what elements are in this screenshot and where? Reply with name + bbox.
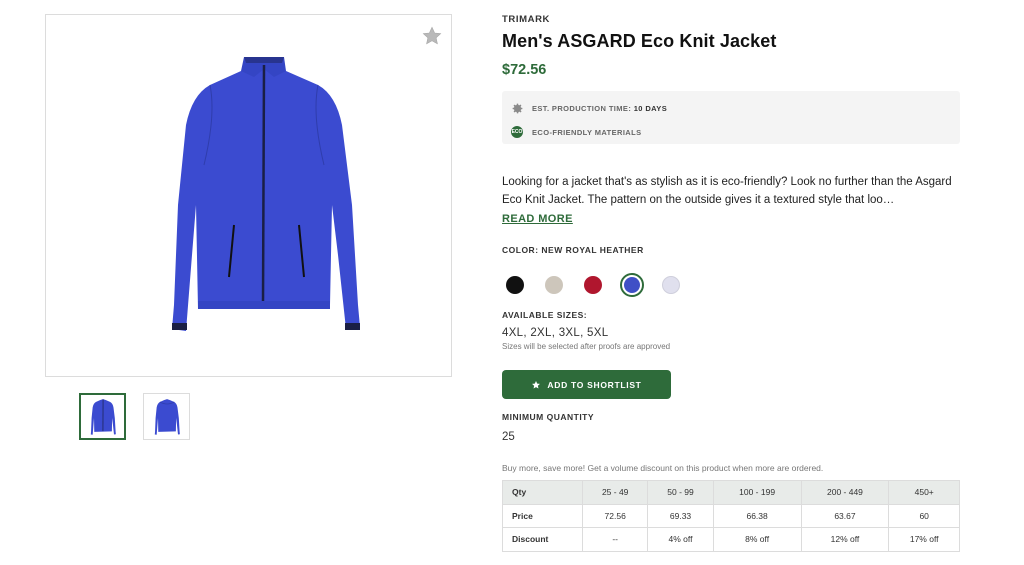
product-main-image (45, 14, 452, 377)
table-header-cell: Qty (502, 480, 583, 505)
swatch-beige[interactable] (542, 273, 566, 297)
minimum-quantity-label: MINIMUM QUANTITY (502, 412, 595, 422)
production-time-label: EST. PRODUCTION TIME: (532, 103, 632, 113)
color-swatches (503, 273, 960, 297)
add-to-shortlist-button[interactable]: ADD TO SHORTLIST (502, 370, 671, 399)
product-info: TRIMARK Men's ASGARD Eco Knit Jacket $72… (502, 14, 960, 552)
table-cell: 8% off (712, 527, 802, 552)
volume-discount-note: Buy more, save more! Get a volume discou… (502, 463, 824, 473)
table-header-cell: 200 - 449 (800, 480, 890, 505)
table-cell: Discount (502, 527, 583, 552)
table-header-cell: 100 - 199 (712, 480, 802, 505)
production-time-row: EST. PRODUCTION TIME: 10 DAYS (510, 99, 952, 117)
table-header-cell: 450+ (888, 480, 960, 505)
eco-friendly-label: ECO-FRIENDLY MATERIALS (532, 127, 642, 137)
table-header-cell: 50 - 99 (647, 480, 714, 505)
brand-name: TRIMARK (502, 14, 550, 25)
sizes-label: AVAILABLE SIZES: (502, 310, 588, 320)
product-meta-box: EST. PRODUCTION TIME: 10 DAYS ECO ECO-FR… (502, 91, 960, 144)
thumbnail-front[interactable] (79, 393, 126, 440)
swatch-red[interactable] (581, 273, 605, 297)
favorite-star-icon[interactable] (421, 25, 443, 47)
star-icon (532, 380, 541, 389)
jacket-image (172, 57, 360, 331)
sizes-value: 4XL, 2XL, 3XL, 5XL (502, 327, 609, 339)
product-title: Men's ASGARD Eco Knit Jacket (502, 31, 777, 51)
color-label: COLOR: NEW ROYAL HEATHER (502, 245, 644, 255)
product-description: Looking for a jacket that's as stylish a… (502, 176, 952, 206)
table-cell: 17% off (888, 527, 960, 552)
table-cell: 69.33 (647, 503, 714, 528)
table-header-row: Qty 25 - 49 50 - 99 100 - 199 200 - 449 … (502, 480, 960, 505)
volume-pricing-table: Qty 25 - 49 50 - 99 100 - 199 200 - 449 … (502, 480, 960, 552)
swatch-royal-blue-selected[interactable] (620, 273, 644, 297)
table-cell: 60 (888, 503, 960, 528)
swatch-lavender[interactable] (659, 273, 683, 297)
jacket-thumbnail-front-image (90, 398, 116, 435)
table-row: Discount -- 4% off 8% off 12% off 17% of… (502, 527, 960, 552)
jacket-thumbnail-back-image (154, 398, 180, 435)
table-cell: 12% off (800, 527, 890, 552)
read-more-link[interactable]: READ MORE (502, 213, 573, 225)
eco-friendly-row: ECO ECO-FRIENDLY MATERIALS (510, 123, 952, 141)
thumbnail-strip (79, 393, 190, 440)
thumbnail-back[interactable] (143, 393, 190, 440)
eco-leaf-icon: ECO (510, 125, 524, 139)
table-cell: Price (502, 503, 583, 528)
table-row: Price 72.56 69.33 66.38 63.67 60 (502, 503, 960, 528)
table-cell: 66.38 (712, 503, 802, 528)
table-cell: 4% off (647, 527, 714, 552)
table-header-cell: 25 - 49 (581, 480, 649, 505)
production-time-value: 10 DAYS (633, 103, 668, 113)
minimum-quantity-value: 25 (502, 431, 515, 443)
product-price: $72.56 (502, 62, 547, 78)
table-cell: -- (581, 527, 649, 552)
sizes-note: Sizes will be selected after proofs are … (502, 342, 671, 351)
add-to-shortlist-label: ADD TO SHORTLIST (547, 379, 642, 390)
table-cell: 63.67 (800, 503, 890, 528)
eco-badge: ECO (511, 126, 523, 138)
table-cell: 72.56 (581, 503, 649, 528)
gear-icon (510, 101, 524, 115)
swatch-black[interactable] (503, 273, 527, 297)
